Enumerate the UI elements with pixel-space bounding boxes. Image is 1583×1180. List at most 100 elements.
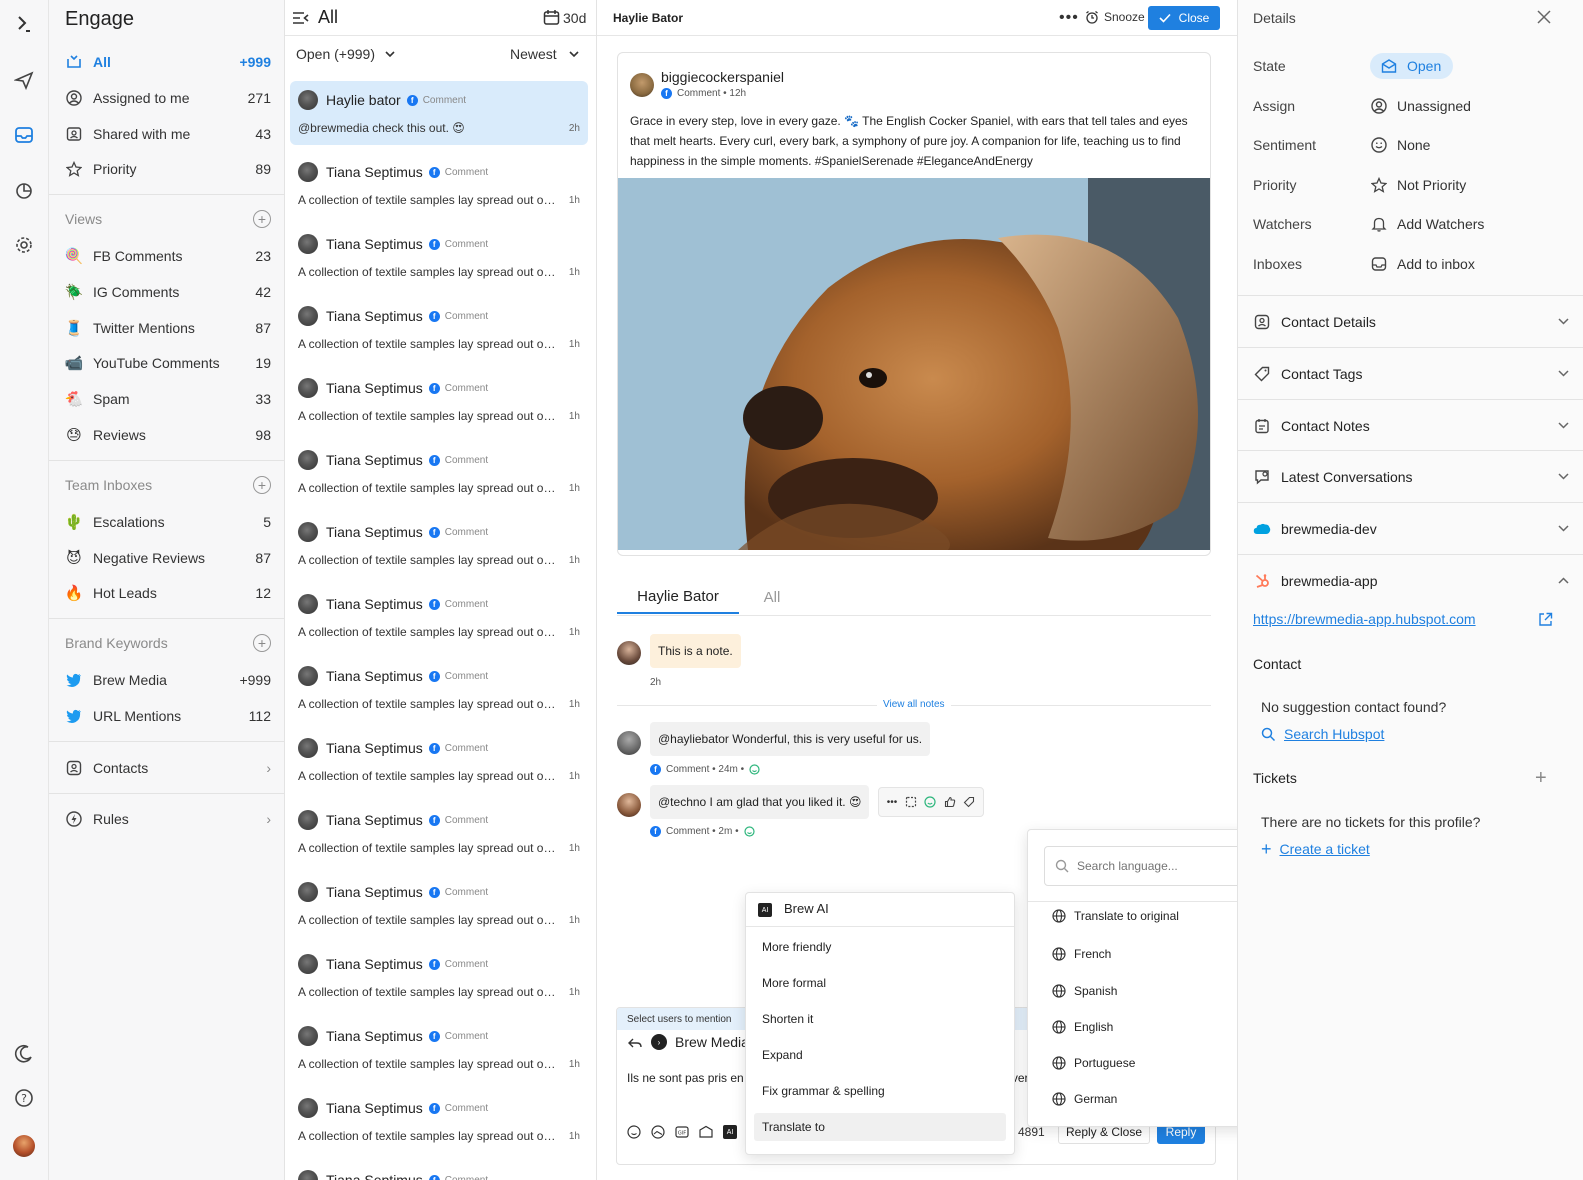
close-button[interactable]: Close [1148,6,1220,30]
sidebar-item-hot-leads[interactable]: 🔥 Hot Leads 12 [65,581,271,605]
convert-icon[interactable] [905,796,917,808]
language-search-input[interactable] [1077,859,1237,873]
like-icon[interactable] [944,796,956,808]
assign-value[interactable]: Unassigned [1370,97,1471,115]
ai-option-fix-grammar[interactable]: Fix grammar & spelling [754,1077,1006,1105]
conversation-item[interactable]: Tiana Septimus f Comment A collection of te… [290,369,588,433]
calendar-icon[interactable] [543,9,560,26]
conversation-item[interactable]: Tiana Septimus f Comment A collection of te… [290,585,588,649]
search-hubspot-button[interactable]: Search Hubspot [1261,726,1384,742]
sentiment-icon[interactable] [924,796,936,808]
sidebar-item-ig-comments[interactable]: 🪲 IG Comments 42 [65,280,271,304]
language-option-german[interactable]: German [1052,1088,1252,1110]
sidebar-item-assigned[interactable]: Assigned to me 271 [65,86,271,110]
post-author[interactable]: biggiecockerspaniel [661,69,784,85]
view-all-notes-link[interactable]: View all notes [877,699,951,710]
language-option-portuguese[interactable]: Portuguese [1052,1052,1252,1074]
conversation-item[interactable]: Tiana Septimus f Comment A collection of te… [290,153,588,217]
external-link-icon[interactable] [1538,612,1553,627]
image-icon[interactable] [651,1125,665,1139]
inboxes-value[interactable]: Add to inbox [1370,255,1475,273]
priority-value[interactable]: Not Priority [1370,176,1466,194]
language-option-spanish[interactable]: Spanish [1052,980,1252,1002]
create-ticket-button[interactable]: + Create a ticket [1261,840,1370,858]
sidebar-item-url-mentions[interactable]: URL Mentions 112 [65,704,271,728]
sidebar-item-escalations[interactable]: 🌵 Escalations 5 [65,510,271,534]
sort-dropdown[interactable]: Newest [510,46,579,62]
language-option-english[interactable]: English [1052,1016,1252,1038]
analytics-icon[interactable] [12,178,36,202]
sidebar-item-spam[interactable]: 🐔 Spam 33 [65,387,271,411]
conversation-item[interactable]: Tiana Septimus f Comment [290,1161,588,1180]
sidebar-item-fb-comments[interactable]: 🍭 FB Comments 23 [65,244,271,268]
help-icon[interactable]: ? [12,1086,36,1110]
snooze-button[interactable]: Snooze [1085,10,1145,24]
close-icon[interactable] [1537,10,1551,24]
conversation-item[interactable]: Tiana Septimus f Comment A collection of te… [290,729,588,793]
tab-haylie-bator[interactable]: Haylie Bator [617,580,739,614]
conversation-item[interactable]: Tiana Septimus f Comment A collection of te… [290,297,588,361]
date-range[interactable]: 30d [563,10,586,26]
section-brewmedia-dev[interactable]: brewmedia-dev [1238,502,1583,554]
language-option-french[interactable]: French [1052,943,1252,965]
conversation-item[interactable]: Tiana Septimus f Comment A collection of te… [290,513,588,577]
conversation-item[interactable]: Haylie bator f Comment @brewmedia check thi… [290,81,588,145]
ai-option-expand[interactable]: Expand [754,1041,1006,1069]
sidebar-item-contacts[interactable]: Contacts › [65,756,271,780]
sidebar-item-rules[interactable]: Rules › [65,807,271,831]
conversation-item[interactable]: Tiana Septimus f Comment A collection of te… [290,801,588,865]
account-name[interactable]: Brew Media [675,1034,749,1050]
user-avatar[interactable] [12,1134,36,1158]
conversation-item[interactable]: Tiana Septimus f Comment A collection of te… [290,873,588,937]
sidebar-item-negative-reviews[interactable]: 😈 Negative Reviews 87 [65,546,271,570]
inbox-icon[interactable] [12,123,36,147]
conversation-item[interactable]: Tiana Septimus f Comment A collection of te… [290,657,588,721]
sidebar-item-twitter-mentions[interactable]: 🧵 Twitter Mentions 87 [65,316,271,340]
status-filter[interactable]: Open (+999) [296,46,395,62]
conversation-item[interactable]: Tiana Septimus f Comment A collection of te… [290,225,588,289]
ai-option-translate[interactable]: Translate to [754,1113,1006,1141]
publish-icon[interactable] [12,68,36,92]
emoji-icon[interactable] [627,1125,641,1139]
language-search[interactable] [1044,846,1250,886]
ai-icon[interactable]: AI [723,1125,737,1139]
sidebar-item-reviews[interactable]: 😓 Reviews 98 [65,423,271,447]
saved-reply-icon[interactable] [699,1125,713,1139]
reply-icon[interactable] [627,1035,643,1051]
sidebar-item-youtube-comments[interactable]: 📹 YouTube Comments 19 [65,351,271,375]
tab-all[interactable]: All [747,580,797,614]
ai-option-more-friendly[interactable]: More friendly [754,933,1006,961]
conversation-item[interactable]: Tiana Septimus f Comment A collection of te… [290,945,588,1009]
section-contact-details[interactable]: Contact Details [1238,295,1583,347]
conversation-item[interactable]: Tiana Septimus f Comment A collection of te… [290,441,588,505]
tag-icon[interactable] [963,796,975,808]
sidebar-item-shared[interactable]: Shared with me 43 [65,122,271,146]
ai-option-shorten[interactable]: Shorten it [754,1005,1006,1033]
add-team-inbox-icon[interactable]: + [253,476,271,494]
section-brewmedia-app[interactable]: brewmedia-app [1238,554,1583,606]
sidebar-item-all[interactable]: All +999 [65,50,271,74]
settings-icon[interactable] [12,233,36,257]
language-option-original[interactable]: Translate to original [1052,905,1252,927]
gif-icon[interactable]: GIF [675,1125,689,1139]
sidebar-item-priority[interactable]: Priority 89 [65,157,271,181]
section-contact-notes[interactable]: Contact Notes [1238,399,1583,451]
hubspot-url-link[interactable]: https://brewmedia-app.hubspot.com [1253,611,1476,627]
add-view-icon[interactable]: + [253,210,271,228]
more-icon[interactable]: ••• [1059,9,1079,27]
section-contact-tags[interactable]: Contact Tags [1238,347,1583,399]
sentiment-value[interactable]: None [1370,136,1430,154]
conversation-item[interactable]: Tiana Septimus f Comment A collection of te… [290,1017,588,1081]
dark-mode-icon[interactable] [12,1042,36,1066]
add-ticket-icon[interactable]: + [1535,768,1547,788]
ai-option-more-formal[interactable]: More formal [754,969,1006,997]
sidebar-item-brew-media[interactable]: Brew Media +999 [65,668,271,692]
logo-icon[interactable] [12,12,36,36]
conversation-item[interactable]: Tiana Septimus f Comment A collection of te… [290,1089,588,1153]
state-badge[interactable]: Open [1370,53,1454,79]
collapse-menu-icon[interactable] [292,10,310,26]
add-brand-keyword-icon[interactable]: + [253,634,271,652]
more-icon[interactable]: ••• [887,797,898,808]
section-latest-conversations[interactable]: Latest Conversations [1238,450,1583,502]
watchers-value[interactable]: Add Watchers [1370,215,1484,233]
